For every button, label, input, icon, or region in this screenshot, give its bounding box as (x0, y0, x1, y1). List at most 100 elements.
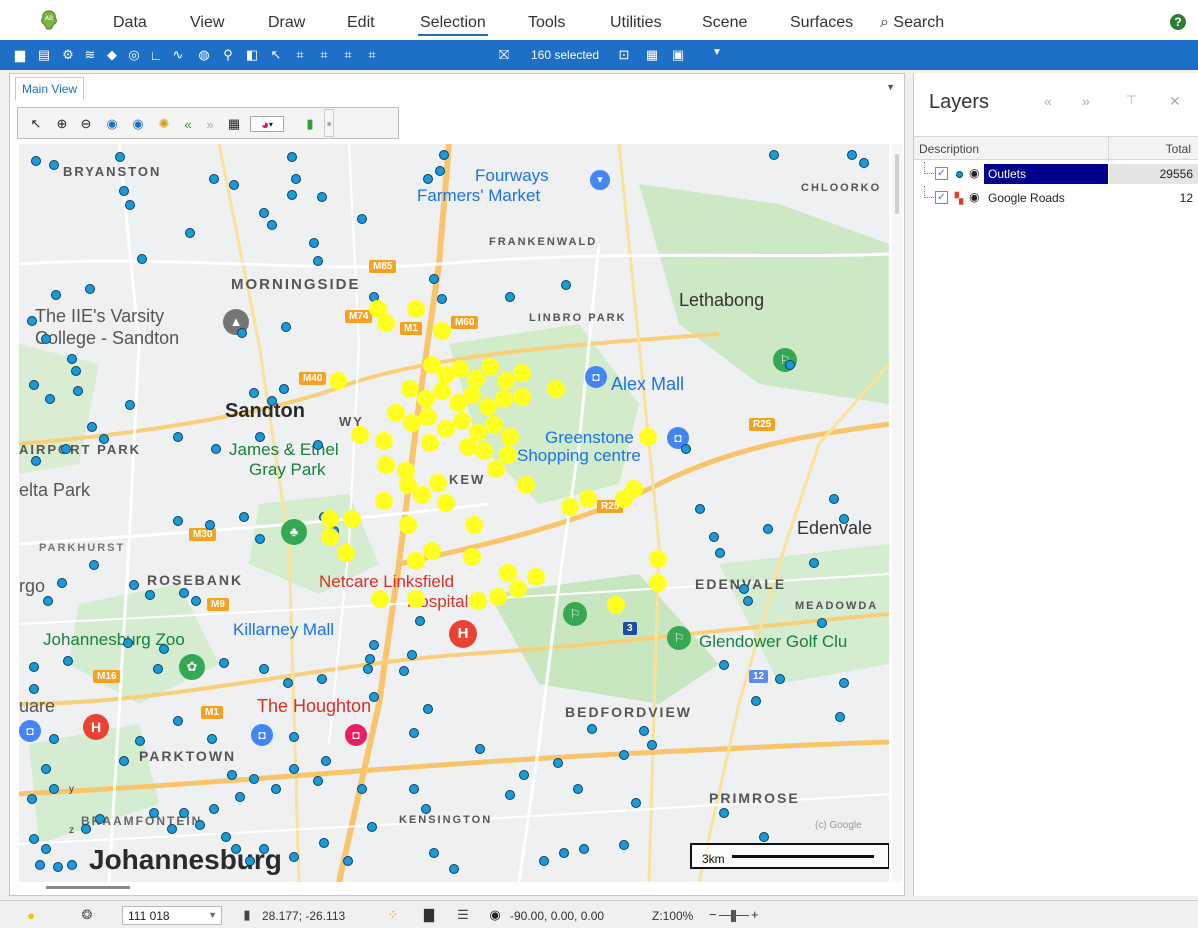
outlet-point[interactable] (287, 152, 297, 162)
selected-point[interactable] (485, 416, 503, 434)
lightbulb-icon[interactable]: ● (22, 906, 40, 924)
outlet-point[interactable] (365, 654, 375, 664)
column-total[interactable]: Total (1166, 142, 1191, 156)
outlet-point[interactable] (739, 584, 749, 594)
selected-point[interactable] (527, 568, 545, 586)
outlet-point[interactable] (191, 596, 201, 606)
outlet-point[interactable] (173, 516, 183, 526)
contour-icon[interactable]: ◎ (124, 45, 144, 65)
outlet-point[interactable] (207, 734, 217, 744)
outlet-point[interactable] (145, 590, 155, 600)
zoom-out-button[interactable]: − (709, 907, 717, 922)
outlet-point[interactable] (49, 784, 59, 794)
outlet-point[interactable] (67, 860, 77, 870)
selected-point[interactable] (649, 574, 667, 592)
outlet-point[interactable] (313, 440, 323, 450)
selected-point[interactable] (451, 360, 469, 378)
database-icon[interactable]: ▤ (34, 45, 54, 65)
outlet-point[interactable] (751, 696, 761, 706)
selected-point[interactable] (481, 358, 499, 376)
selected-point[interactable] (579, 490, 597, 508)
outlet-point[interactable] (51, 290, 61, 300)
outlet-point[interactable] (119, 186, 129, 196)
selected-point[interactable] (513, 388, 531, 406)
selected-point[interactable] (401, 380, 419, 398)
outlet-point[interactable] (173, 432, 183, 442)
layer-visibility-checkbox[interactable]: ✓ (935, 167, 948, 180)
selected-point[interactable] (375, 492, 393, 510)
outlet-point[interactable] (271, 784, 281, 794)
outlet-point[interactable] (429, 848, 439, 858)
outlet-point[interactable] (29, 380, 39, 390)
outlet-point[interactable] (219, 658, 229, 668)
outlet-point[interactable] (149, 808, 159, 818)
outlet-point[interactable] (283, 678, 293, 688)
outlet-point[interactable] (29, 834, 39, 844)
outlet-point[interactable] (289, 732, 299, 742)
selected-point[interactable] (607, 596, 625, 614)
polygon-select-icon[interactable]: ◧ (242, 45, 262, 65)
select-invert-icon[interactable]: ⌗ (362, 45, 382, 65)
outlet-point[interactable] (31, 456, 41, 466)
app-logo-icon[interactable]: AB (38, 9, 60, 31)
outlet-point[interactable] (43, 596, 53, 606)
network-icon[interactable]: ⚙ (58, 45, 78, 65)
outlet-point[interactable] (249, 388, 259, 398)
outlet-point[interactable] (719, 808, 729, 818)
outlet-point[interactable] (289, 764, 299, 774)
outlet-point[interactable] (587, 724, 597, 734)
outlet-point[interactable] (195, 820, 205, 830)
export-selection-icon[interactable]: ⊡ (614, 45, 634, 65)
outlet-point[interactable] (259, 844, 269, 854)
outlet-point[interactable] (67, 354, 77, 364)
selected-point[interactable] (639, 428, 657, 446)
outlet-point[interactable] (71, 366, 81, 376)
excel-icon[interactable]: ▣ (668, 45, 688, 65)
outlet-point[interactable] (245, 856, 255, 866)
menu-utilities[interactable]: Utilities (610, 14, 662, 32)
outlet-point[interactable] (505, 790, 515, 800)
outlet-point[interactable] (211, 444, 221, 454)
selected-point[interactable] (407, 590, 425, 608)
selected-point[interactable] (501, 428, 519, 446)
outlet-point[interactable] (435, 166, 445, 176)
menu-search[interactable]: ⌕ Search (880, 14, 944, 32)
outlet-point[interactable] (369, 640, 379, 650)
clear-selection-icon[interactable]: ⛝ (494, 45, 514, 65)
selected-point[interactable] (375, 432, 393, 450)
outlet-point[interactable] (421, 804, 431, 814)
outlet-point[interactable] (53, 862, 63, 872)
selected-point[interactable] (475, 442, 493, 460)
selected-point[interactable] (495, 390, 513, 408)
layer-row-google-roads[interactable]: ✓ ▚ ◉ Google Roads 12 (914, 186, 1198, 210)
selected-point[interactable] (487, 460, 505, 478)
outlet-point[interactable] (35, 860, 45, 870)
outlet-point[interactable] (81, 824, 91, 834)
outlet-point[interactable] (259, 664, 269, 674)
outlet-point[interactable] (41, 764, 51, 774)
layer-row-outlets[interactable]: ✓ ◉ Outlets 29556 (914, 162, 1198, 186)
table-icon[interactable]: ▦ (642, 45, 662, 65)
outlet-point[interactable] (409, 784, 419, 794)
outlet-point[interactable] (291, 174, 301, 184)
outlet-point[interactable] (45, 394, 55, 404)
outlet-point[interactable] (153, 664, 163, 674)
eye-icon[interactable]: ◉ (486, 906, 504, 924)
select-point-icon[interactable]: ↖ (266, 45, 286, 65)
selected-point[interactable] (387, 404, 405, 422)
selected-point[interactable] (413, 486, 431, 504)
outlet-point[interactable] (769, 150, 779, 160)
outlet-point[interactable] (475, 744, 485, 754)
zoom-out-icon[interactable]: ⊖ (78, 116, 94, 132)
selected-point[interactable] (377, 456, 395, 474)
toolbar-overflow-dropdown[interactable]: ▼ (712, 47, 722, 58)
settings-icon[interactable]: ✺ (156, 116, 172, 132)
outlet-point[interactable] (173, 716, 183, 726)
outlet-point[interactable] (449, 864, 459, 874)
outlet-point[interactable] (125, 400, 135, 410)
selected-point[interactable] (321, 510, 339, 528)
selected-point[interactable] (453, 412, 471, 430)
outlet-point[interactable] (579, 844, 589, 854)
zoom-extents-icon[interactable]: ◉ (104, 116, 120, 132)
outlet-point[interactable] (259, 208, 269, 218)
